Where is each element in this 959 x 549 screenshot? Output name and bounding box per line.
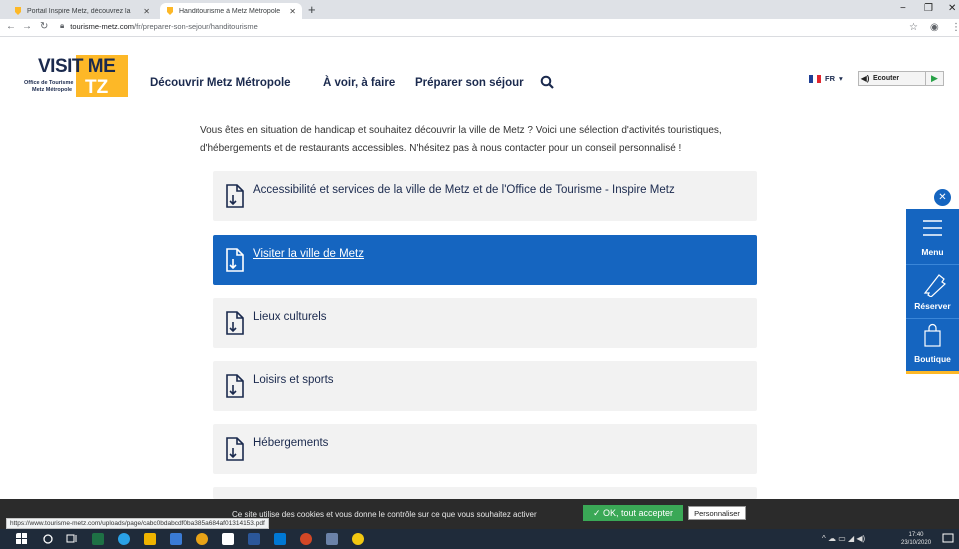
windows-start-icon[interactable] (16, 533, 28, 545)
reload-icon[interactable]: ↻ (40, 21, 48, 32)
file-explorer-icon[interactable] (144, 533, 156, 545)
language-selector[interactable]: FR ▾ (809, 74, 843, 83)
tab-handitourisme[interactable]: Handitourisme à Metz Métropole ✕ (160, 3, 302, 19)
accordion-item[interactable]: Loisirs et sports (213, 361, 757, 411)
star-icon[interactable]: ☆ (909, 22, 918, 33)
restore-icon[interactable]: ❐ (924, 3, 933, 14)
site-header: VISIT ME TZ Office de Tourisme Metz Métr… (0, 37, 959, 109)
tab-portail[interactable]: Portail Inspire Metz, découvrez la ✕ (8, 3, 156, 19)
nav-preparer[interactable]: Préparer son séjour (415, 77, 524, 89)
accordion-item-label: Loisirs et sports (253, 374, 334, 386)
powerpoint-icon[interactable] (300, 533, 312, 545)
document-download-icon (226, 437, 244, 461)
chrome-icon[interactable] (196, 533, 208, 545)
close-tab-icon[interactable]: ✕ (289, 7, 296, 16)
accordion-item[interactable]: Hébergements (213, 424, 757, 474)
forward-icon[interactable]: → (22, 21, 32, 32)
tray-icons[interactable]: ^ ☁ ▭ ◢ ◀) (822, 534, 865, 543)
windows-taskbar: ^ ☁ ▭ ◢ ◀) 17:40 23/10/2020 (0, 529, 959, 549)
browser-tab-strip: Portail Inspire Metz, découvrez la ✕ Han… (0, 0, 959, 19)
edge-icon[interactable] (118, 533, 130, 545)
chevron-down-icon: ▾ (839, 74, 843, 83)
document-download-icon (226, 374, 244, 398)
more-icon[interactable]: ⋮ (951, 22, 959, 33)
excel-icon[interactable] (92, 533, 104, 545)
logo-subtitle: Metz Métropole (32, 87, 73, 93)
accordion-item-label: Visiter la ville de Metz (253, 248, 364, 260)
account-icon[interactable]: ◉ (930, 22, 939, 33)
app-icon[interactable] (352, 533, 364, 545)
lock-icon: 🔒︎ (60, 21, 65, 30)
back-icon[interactable]: ← (6, 21, 16, 32)
menu-label[interactable]: Menu (906, 247, 959, 257)
clock-date: 23/10/2020 (901, 540, 932, 546)
accordion-item-partial[interactable] (213, 487, 757, 499)
listen-label: Ecouter (873, 75, 900, 82)
task-view-icon[interactable] (66, 533, 78, 545)
search-icon[interactable] (42, 533, 54, 545)
document-download-icon (226, 248, 244, 272)
play-icon[interactable]: ▶ (925, 72, 943, 85)
nav-decouvrir[interactable]: Découvrir Metz Métropole (150, 77, 291, 89)
hamburger-menu-icon[interactable] (906, 215, 959, 241)
notifications-icon[interactable] (942, 533, 954, 545)
accordion-item-label: Accessibilité et services de la ville de… (253, 184, 675, 196)
reserver-label[interactable]: Réserver (906, 301, 959, 311)
boutique-label[interactable]: Boutique (906, 354, 959, 364)
ticket-icon[interactable] (906, 271, 959, 297)
address-bar: ← → ↻ 🔒︎ tourisme-metz.com/fr/preparer-s… (0, 19, 959, 37)
customize-cookies-button[interactable]: Personnaliser (688, 506, 746, 520)
accordion-item[interactable]: Accessibilité et services de la ville de… (213, 171, 757, 221)
shield-favicon-icon (14, 7, 22, 15)
tab-title: Portail Inspire Metz, découvrez la (27, 7, 131, 15)
listen-button[interactable]: ◀︎) Ecouter ▶ (858, 71, 944, 86)
cookie-message: Ce site utilise des cookies et vous donn… (232, 510, 537, 519)
nav-a-voir[interactable]: À voir, à faire (323, 77, 395, 89)
document-download-icon (226, 184, 244, 208)
close-window-icon[interactable]: ✕ (948, 3, 956, 14)
accept-cookies-button[interactable]: ✓ OK, tout accepter (583, 505, 683, 521)
logo-subtitle: Office de Tourisme (24, 80, 74, 86)
accordion-item-active[interactable]: Visiter la ville de Metz (213, 235, 757, 285)
status-bar-url: https://www.tourisme-metz.com/uploads/pa… (6, 518, 269, 529)
mail-icon[interactable] (170, 533, 182, 545)
document-download-icon (226, 311, 244, 335)
url-field[interactable]: 🔒︎ tourisme-metz.com/fr/preparer-son-sej… (60, 21, 258, 31)
accordion-item-label: Hébergements (253, 437, 329, 449)
app-icon[interactable] (222, 533, 234, 545)
tab-title: Handitourisme à Metz Métropole (179, 7, 281, 15)
shopping-bag-icon[interactable] (906, 323, 959, 349)
close-tab-icon[interactable]: ✕ (143, 7, 150, 16)
outlook-icon[interactable] (274, 533, 286, 545)
speaker-icon: ◀︎) (860, 74, 870, 83)
logo-text-tz: TZ (85, 77, 109, 98)
url-path: /fr/preparer-son-sejour/handitourisme (134, 21, 258, 31)
app-icon[interactable] (326, 533, 338, 545)
minimize-icon[interactable]: − (900, 3, 906, 14)
word-icon[interactable] (248, 533, 260, 545)
clock-time: 17:40 (908, 532, 924, 538)
logo-text: VISIT ME (38, 56, 116, 77)
close-widget-button[interactable]: ✕ (934, 189, 951, 206)
accordion-item[interactable]: Lieux culturels (213, 298, 757, 348)
url-domain: tourisme-metz.com (70, 21, 135, 31)
shield-favicon-icon (166, 7, 174, 15)
language-code: FR (825, 74, 835, 83)
visit-metz-logo[interactable]: VISIT ME TZ Office de Tourisme Metz Métr… (22, 55, 128, 109)
french-flag-icon (809, 74, 821, 83)
accordion-item-label: Lieux culturels (253, 311, 327, 323)
intro-text: Vous êtes en situation de handicap et so… (200, 125, 722, 154)
side-widget: Menu Réserver Boutique (906, 209, 959, 374)
system-clock[interactable]: 17:40 23/10/2020 (901, 531, 931, 547)
search-icon[interactable] (540, 75, 554, 89)
new-tab-button[interactable]: + (308, 2, 316, 17)
